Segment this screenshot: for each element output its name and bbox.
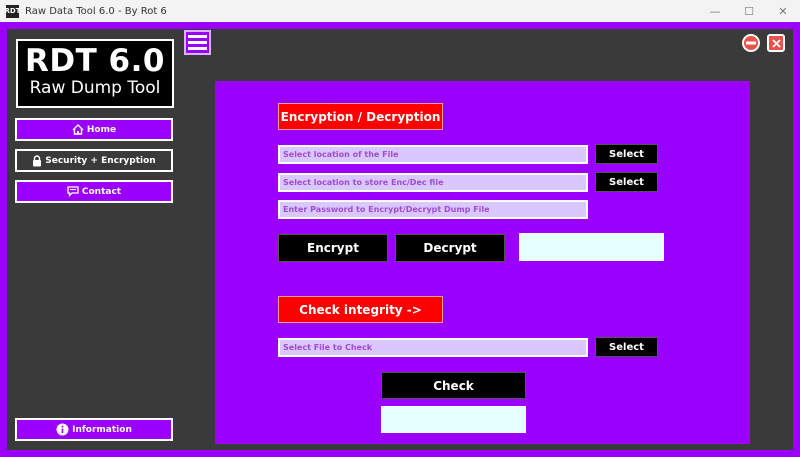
store-location-field[interactable] [278,173,588,192]
encryption-header-button[interactable]: Encryption / Decryption [278,103,443,130]
close-icon[interactable] [767,34,785,52]
check-file-field[interactable] [278,338,588,357]
select-check-file-button[interactable]: Select [595,337,658,357]
window-title: Raw Data Tool 6.0 - By Rot 6 [25,5,167,17]
sidebar-item-label: Information [72,424,132,435]
chat-icon [67,186,79,197]
app-body: RDT 6.0 Raw Dump Tool Home Security + En… [7,29,793,450]
window-maximize-button[interactable]: ☐ [732,0,766,22]
sidebar-item-security[interactable]: Security + Encryption [15,149,173,172]
window-minimize-button[interactable]: — [698,0,732,22]
home-icon [72,124,84,135]
app-icon: RDT [5,4,21,18]
check-button[interactable]: Check [381,372,526,399]
password-field[interactable] [278,200,588,219]
check-file-input[interactable] [283,340,586,355]
select-store-button[interactable]: Select [595,172,658,192]
logo-title: RDT 6.0 [25,43,165,79]
password-input[interactable] [283,202,586,217]
check-integrity-header-button[interactable]: Check integrity -> [278,296,443,323]
logo-subtitle: Raw Dump Tool [29,78,161,98]
app-logo: RDT 6.0 Raw Dump Tool [16,39,174,108]
minimize-icon[interactable] [742,34,760,52]
decrypt-button[interactable]: Decrypt [395,234,505,262]
integrity-result-box [381,406,526,433]
lock-icon [33,154,42,166]
sidebar-item-label: Security + Encryption [45,155,156,166]
menu-bar [188,35,207,38]
store-location-input[interactable] [283,175,586,190]
sidebar-item-label: Contact [81,186,122,197]
app-frame: RDT 6.0 Raw Dump Tool Home Security + En… [0,22,800,457]
encryption-status-box [519,233,664,261]
select-file-button[interactable]: Select [595,144,658,164]
file-location-input[interactable] [283,147,586,162]
hamburger-menu-button[interactable] [184,30,211,55]
sidebar-item-home[interactable]: Home [15,118,173,141]
encrypt-button[interactable]: Encrypt [278,234,388,262]
sidebar-item-contact[interactable]: Contact [15,180,173,203]
menu-bar [188,41,207,44]
file-location-field[interactable] [278,145,588,164]
info-icon [56,423,69,436]
sidebar-item-information[interactable]: Information [15,418,173,441]
window-controls: — ☐ ✕ [698,0,800,22]
main-panel: Encryption / Decryption Select Select En… [215,81,750,444]
sidebar-item-label: Home [86,124,117,135]
window-close-button[interactable]: ✕ [766,0,800,22]
menu-bar [188,47,207,50]
window-titlebar: RDT Raw Data Tool 6.0 - By Rot 6 — ☐ ✕ [0,0,800,22]
